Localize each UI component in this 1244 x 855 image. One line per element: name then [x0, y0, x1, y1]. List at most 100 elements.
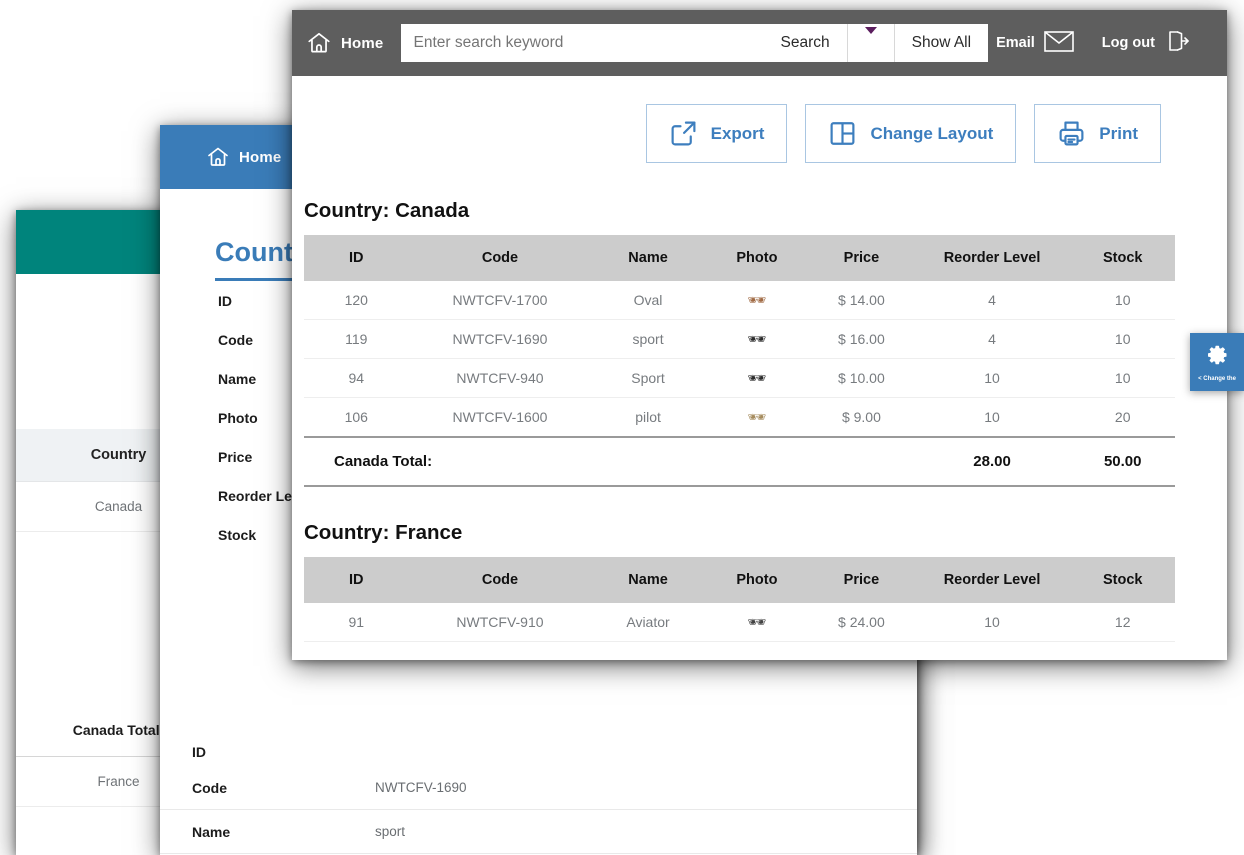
print-button[interactable]: Print	[1034, 104, 1161, 163]
home-icon	[306, 30, 332, 56]
change-theme-tab[interactable]: < Change the	[1190, 333, 1244, 391]
export-label: Export	[711, 124, 765, 144]
column-header-price[interactable]: Price	[809, 235, 914, 281]
logout-label: Log out	[1102, 35, 1155, 51]
table-row[interactable]: 106 NWTCFV-1600 pilot 🕶 $ 9.00 10 20	[304, 398, 1175, 438]
group-title-france: Country: France	[304, 487, 1175, 557]
cell-name: Oval	[591, 281, 704, 320]
detail-row-name: Name sport	[160, 810, 917, 854]
cell-price: $ 24.00	[809, 603, 914, 642]
cell-id: 119	[304, 320, 409, 359]
chevron-down-icon	[865, 27, 877, 51]
change-layout-label: Change Layout	[870, 124, 993, 144]
search-dropdown-button[interactable]	[847, 24, 894, 62]
home-button[interactable]: Home	[206, 145, 281, 169]
table-row[interactable]: 94 NWTCFV-940 Sport 🕶 $ 10.00 10 10	[304, 359, 1175, 398]
cell-reorder: 4	[914, 281, 1071, 320]
report-body: Country: Canada ID Code Name Photo Price…	[292, 163, 1227, 642]
detail-value-name[interactable]: sport	[375, 810, 405, 853]
total-row-canada: Canada Total: 28.00 50.00	[304, 437, 1175, 486]
detail-label-name: Name	[160, 824, 375, 840]
column-header-reorder-level[interactable]: Reorder Level	[914, 235, 1071, 281]
cell-reorder: 4	[914, 320, 1071, 359]
cell-id: 120	[304, 281, 409, 320]
cell-reorder: 10	[914, 398, 1071, 438]
cell-photo: 🕶	[705, 359, 810, 398]
table-row[interactable]: 120 NWTCFV-1700 Oval 🕶 $ 14.00 4 10	[304, 281, 1175, 320]
detail-form: ID Code NWTCFV-1690 Name sport Photo 🕶	[160, 738, 917, 855]
table-row[interactable]: 119 NWTCFV-1690 sport 🕶 $ 16.00 4 10	[304, 320, 1175, 359]
cell-code: NWTCFV-910	[409, 603, 592, 642]
layout-icon	[828, 119, 857, 148]
column-header-code[interactable]: Code	[409, 557, 592, 603]
total-reorder: 28.00	[914, 437, 1071, 486]
home-button[interactable]: Home	[306, 30, 383, 56]
group-title-canada: Country: Canada	[304, 187, 1175, 235]
cell-photo: 🕶	[705, 398, 810, 438]
total-label: Canada Total:	[304, 437, 914, 486]
column-header-photo[interactable]: Photo	[705, 235, 810, 281]
table-row[interactable]: 91 NWTCFV-910 Aviator 🕶 $ 24.00 10 12	[304, 603, 1175, 642]
cell-photo: 🕶	[705, 603, 810, 642]
cell-stock: 10	[1070, 281, 1175, 320]
sunglasses-icon: 🕶	[747, 615, 766, 630]
export-icon	[669, 119, 698, 148]
column-header-id[interactable]: ID	[304, 557, 409, 603]
cell-code: NWTCFV-1600	[409, 398, 592, 438]
sunglasses-icon: 🕶	[747, 371, 766, 386]
cell-stock: 20	[1070, 398, 1175, 438]
cell-price: $ 14.00	[809, 281, 914, 320]
cell-name: Aviator	[591, 603, 704, 642]
sunglasses-icon: 🕶	[747, 332, 766, 347]
cell-id: 94	[304, 359, 409, 398]
column-header-price[interactable]: Price	[809, 557, 914, 603]
envelope-icon	[1044, 31, 1074, 56]
logout-icon	[1164, 28, 1190, 58]
cell-code: NWTCFV-1700	[409, 281, 592, 320]
home-icon	[206, 145, 230, 169]
home-label: Home	[341, 35, 383, 52]
report-table-france: ID Code Name Photo Price Reorder Level S…	[304, 557, 1175, 642]
detail-value-code[interactable]: NWTCFV-1690	[375, 766, 467, 809]
cell-photo: 🕶	[705, 281, 810, 320]
report-table-canada: ID Code Name Photo Price Reorder Level S…	[304, 235, 1175, 487]
window-front[interactable]: Home Search Show All Email Log ou	[292, 10, 1227, 660]
cell-name: sport	[591, 320, 704, 359]
table-header-row: ID Code Name Photo Price Reorder Level S…	[304, 235, 1175, 281]
export-button[interactable]: Export	[646, 104, 788, 163]
logout-button[interactable]: Log out	[1102, 28, 1190, 58]
detail-row-id: ID	[160, 738, 917, 766]
cell-stock: 12	[1070, 603, 1175, 642]
cell-stock: 10	[1070, 359, 1175, 398]
email-button[interactable]: Email	[996, 31, 1074, 56]
column-header-id[interactable]: ID	[304, 235, 409, 281]
action-toolbar: Export Change Layout	[292, 76, 1227, 163]
column-header-reorder-level[interactable]: Reorder Level	[914, 557, 1071, 603]
cell-price: $ 9.00	[809, 398, 914, 438]
column-header-name[interactable]: Name	[591, 235, 704, 281]
column-header-stock[interactable]: Stock	[1070, 557, 1175, 603]
column-header-photo[interactable]: Photo	[705, 557, 810, 603]
cell-stock: 10	[1070, 320, 1175, 359]
cell-price: $ 16.00	[809, 320, 914, 359]
home-label: Home	[239, 149, 281, 166]
search-input[interactable]	[401, 24, 763, 62]
show-all-button[interactable]: Show All	[894, 24, 988, 62]
detail-label-id: ID	[160, 744, 375, 760]
print-label: Print	[1099, 124, 1138, 144]
column-header-stock[interactable]: Stock	[1070, 235, 1175, 281]
cell-name: pilot	[591, 398, 704, 438]
cell-reorder: 10	[914, 603, 1071, 642]
total-stock: 50.00	[1070, 437, 1175, 486]
detail-row-code: Code NWTCFV-1690	[160, 766, 917, 810]
column-header-name[interactable]: Name	[591, 557, 704, 603]
printer-icon	[1057, 119, 1086, 148]
column-header-code[interactable]: Code	[409, 235, 592, 281]
table-header-row: ID Code Name Photo Price Reorder Level S…	[304, 557, 1175, 603]
change-layout-button[interactable]: Change Layout	[805, 104, 1016, 163]
search-button[interactable]: Search	[763, 24, 846, 62]
cell-code: NWTCFV-940	[409, 359, 592, 398]
detail-label-code: Code	[160, 780, 375, 796]
email-label: Email	[996, 35, 1035, 51]
cell-photo: 🕶	[705, 320, 810, 359]
